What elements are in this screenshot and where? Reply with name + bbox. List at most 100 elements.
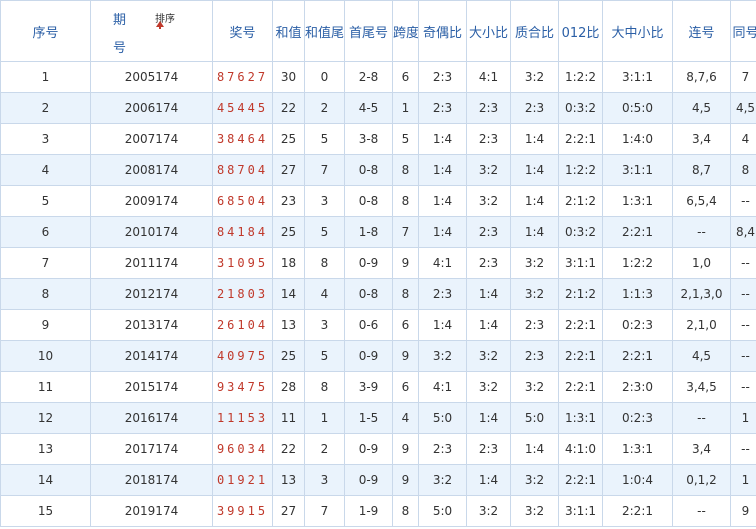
cell-odd-even: 3:2 bbox=[418, 340, 467, 372]
table-row: 3 2007174 38464 25 5 3-8 5 1:4 2:3 1:4 2:2:1 1:4:0 3… bbox=[0, 123, 756, 155]
cell-span: 6 bbox=[392, 61, 419, 93]
cell-mod012: 1:2:2 bbox=[558, 154, 603, 186]
cell-odd-even: 1:4 bbox=[418, 309, 467, 341]
cell-first-last: 0-9 bbox=[344, 247, 393, 279]
cell-index: 7 bbox=[0, 247, 91, 279]
cell-big-small: 2:3 bbox=[466, 92, 511, 124]
cell-same: -- bbox=[730, 433, 756, 465]
table-row: 8 2012174 21803 14 4 0-8 8 2:3 1:4 3:2 2:1:2 1:1:3 2… bbox=[0, 278, 756, 310]
cell-period: 2013174 bbox=[90, 309, 213, 341]
cell-sum: 22 bbox=[272, 433, 305, 465]
cell-big-mid-small: 2:2:1 bbox=[602, 495, 673, 527]
cell-period: 2016174 bbox=[90, 402, 213, 434]
history-table: 序号 期 号 排序 奖号 和值 和值尾 首尾号 跨度 奇偶比 大小比 质合比 0… bbox=[0, 0, 756, 527]
table-row: 9 2013174 26104 13 3 0-6 6 1:4 1:4 2:3 2:2:1 0:2:3 2… bbox=[0, 309, 756, 341]
col-index: 序号 bbox=[0, 0, 91, 62]
cell-big-small: 1:4 bbox=[466, 402, 511, 434]
cell-big-small: 3:2 bbox=[466, 495, 511, 527]
cell-mod012: 0:3:2 bbox=[558, 216, 603, 248]
col-big-small: 大小比 bbox=[466, 0, 511, 62]
cell-big-small: 2:3 bbox=[466, 433, 511, 465]
cell-big-mid-small: 1:2:2 bbox=[602, 247, 673, 279]
cell-award: 88704 bbox=[212, 154, 273, 186]
cell-sum-tail: 1 bbox=[304, 402, 345, 434]
cell-same: -- bbox=[730, 278, 756, 310]
cell-index: 15 bbox=[0, 495, 91, 527]
cell-same: 8 bbox=[730, 154, 756, 186]
period-label-bottom: 号 bbox=[113, 41, 127, 56]
cell-consecutive: 1,0 bbox=[672, 247, 731, 279]
cell-consecutive: 6,5,4 bbox=[672, 185, 731, 217]
cell-first-last: 0-8 bbox=[344, 185, 393, 217]
cell-index: 8 bbox=[0, 278, 91, 310]
cell-sum-tail: 3 bbox=[304, 309, 345, 341]
cell-big-small: 1:4 bbox=[466, 278, 511, 310]
cell-mod012: 2:2:1 bbox=[558, 340, 603, 372]
cell-sum: 25 bbox=[272, 340, 305, 372]
cell-index: 13 bbox=[0, 433, 91, 465]
cell-period: 2008174 bbox=[90, 154, 213, 186]
cell-odd-even: 2:3 bbox=[418, 433, 467, 465]
cell-consecutive: 8,7,6 bbox=[672, 61, 731, 93]
cell-index: 2 bbox=[0, 92, 91, 124]
cell-index: 4 bbox=[0, 154, 91, 186]
cell-big-small: 3:2 bbox=[466, 154, 511, 186]
cell-sum: 28 bbox=[272, 371, 305, 403]
cell-odd-even: 4:1 bbox=[418, 371, 467, 403]
cell-big-mid-small: 2:2:1 bbox=[602, 340, 673, 372]
cell-big-small: 2:3 bbox=[466, 123, 511, 155]
cell-index: 14 bbox=[0, 464, 91, 496]
table-row: 13 2017174 96034 22 2 0-9 9 2:3 2:3 1:4 4:1:0 1:3:1… bbox=[0, 433, 756, 465]
cell-period: 2006174 bbox=[90, 92, 213, 124]
cell-prime-composite: 1:4 bbox=[510, 216, 559, 248]
table-row: 2 2006174 45445 22 2 4-5 1 2:3 2:3 2:3 0:3:2 0:5:0 4… bbox=[0, 92, 756, 124]
cell-same: 1 bbox=[730, 464, 756, 496]
cell-sum: 27 bbox=[272, 495, 305, 527]
cell-mod012: 3:1:1 bbox=[558, 247, 603, 279]
sort-arrow-icon[interactable] bbox=[156, 21, 164, 29]
cell-mod012: 2:2:1 bbox=[558, 123, 603, 155]
cell-first-last: 1-8 bbox=[344, 216, 393, 248]
table-row: 7 2011174 31095 18 8 0-9 9 4:1 2:3 3:2 3:1:1 1:2:2 1… bbox=[0, 247, 756, 279]
cell-consecutive: 2,1,0 bbox=[672, 309, 731, 341]
cell-sum-tail: 5 bbox=[304, 340, 345, 372]
cell-big-mid-small: 1:4:0 bbox=[602, 123, 673, 155]
cell-mod012: 2:2:1 bbox=[558, 371, 603, 403]
cell-sum: 22 bbox=[272, 92, 305, 124]
cell-sum: 11 bbox=[272, 402, 305, 434]
cell-sum-tail: 0 bbox=[304, 61, 345, 93]
cell-span: 8 bbox=[392, 278, 419, 310]
cell-mod012: 2:1:2 bbox=[558, 278, 603, 310]
cell-prime-composite: 2:3 bbox=[510, 340, 559, 372]
cell-consecutive: 3,4 bbox=[672, 433, 731, 465]
cell-first-last: 0-8 bbox=[344, 278, 393, 310]
cell-award: 68504 bbox=[212, 185, 273, 217]
cell-sum: 30 bbox=[272, 61, 305, 93]
cell-odd-even: 3:2 bbox=[418, 464, 467, 496]
cell-span: 6 bbox=[392, 371, 419, 403]
cell-index: 5 bbox=[0, 185, 91, 217]
cell-prime-composite: 3:2 bbox=[510, 61, 559, 93]
cell-first-last: 4-5 bbox=[344, 92, 393, 124]
cell-odd-even: 2:3 bbox=[418, 278, 467, 310]
table-row: 1 2005174 87627 30 0 2-8 6 2:3 4:1 3:2 1:2:2 3:1:1 8… bbox=[0, 61, 756, 93]
cell-prime-composite: 3:2 bbox=[510, 495, 559, 527]
col-award: 奖号 bbox=[212, 0, 273, 62]
cell-prime-composite: 1:4 bbox=[510, 185, 559, 217]
cell-prime-composite: 3:2 bbox=[510, 464, 559, 496]
cell-consecutive: -- bbox=[672, 216, 731, 248]
cell-index: 10 bbox=[0, 340, 91, 372]
cell-prime-composite: 3:2 bbox=[510, 278, 559, 310]
cell-odd-even: 2:3 bbox=[418, 61, 467, 93]
cell-consecutive: 0,1,2 bbox=[672, 464, 731, 496]
cell-mod012: 1:2:2 bbox=[558, 61, 603, 93]
cell-mod012: 1:3:1 bbox=[558, 402, 603, 434]
cell-sum: 14 bbox=[272, 278, 305, 310]
cell-sum-tail: 7 bbox=[304, 154, 345, 186]
cell-span: 9 bbox=[392, 247, 419, 279]
cell-first-last: 0-9 bbox=[344, 464, 393, 496]
col-big-mid-small: 大中小比 bbox=[602, 0, 673, 62]
cell-mod012: 2:2:1 bbox=[558, 464, 603, 496]
cell-same: 9 bbox=[730, 495, 756, 527]
cell-period: 2010174 bbox=[90, 216, 213, 248]
